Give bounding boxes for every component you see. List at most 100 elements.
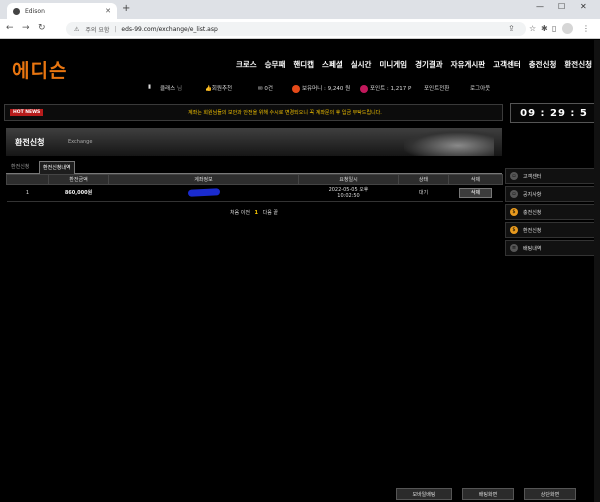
tab-close-icon[interactable]: ✕ xyxy=(105,7,111,15)
exchange-table: 환전금액 계좌정보 요청일시 상태 삭제 1 860,000원 2022-05-… xyxy=(6,174,503,202)
bet-screen-button[interactable]: 배팅화면 xyxy=(462,488,514,500)
delete-button[interactable]: 삭제 xyxy=(458,188,493,198)
user-info-bar: ▮ 클래스 님 👍회원추천 ✉ 0건 보유머니 : 9,240 원 포인트 : … xyxy=(0,81,600,97)
header-decoration xyxy=(404,130,494,156)
logout-link[interactable]: 로그아웃 xyxy=(470,84,490,92)
clock: 09 : 29 : 5 xyxy=(510,103,598,123)
envelope-icon: ✉ xyxy=(258,86,263,92)
nav-support[interactable]: 고객센터 xyxy=(493,59,521,70)
url-input[interactable]: ⚠ 주의 요함 | eds-99.com/exchange/e_list.asp xyxy=(66,22,526,36)
quick-bet-history[interactable]: ≡ 배팅내역 xyxy=(505,240,598,256)
bookmark-star-icon[interactable]: ☆ xyxy=(529,24,536,33)
reload-icon[interactable]: ↻ xyxy=(38,23,46,33)
tab-exchange-history[interactable]: 환전신청내역 xyxy=(39,161,75,174)
new-tab-icon[interactable]: + xyxy=(122,4,130,14)
back-icon[interactable]: ← xyxy=(6,23,14,33)
profile-avatar[interactable] xyxy=(562,23,573,34)
page-title: 환전신청 xyxy=(15,138,45,147)
pagination: 처음 이전 1 다음 끝 xyxy=(6,209,502,216)
top-screen-button[interactable]: 상단화면 xyxy=(524,488,576,500)
notice-icon: ▫ xyxy=(510,190,518,198)
recommend-link[interactable]: 👍회원추천 xyxy=(205,84,232,92)
col-delete: 삭제 xyxy=(448,174,503,185)
browser-tab-title: Edison xyxy=(25,7,45,15)
withdraw-icon: $ xyxy=(510,226,518,234)
nav-minigame[interactable]: 미니게임 xyxy=(379,59,407,70)
quick-withdraw[interactable]: $ 환전신청 xyxy=(505,222,598,238)
security-warning: 주의 요함 xyxy=(85,26,110,34)
col-no xyxy=(6,174,49,185)
quick-deposit[interactable]: $ 충전신청 xyxy=(505,204,598,220)
nav-live[interactable]: 실시간 xyxy=(351,59,372,70)
sidebar-panel-icon[interactable]: ▯ xyxy=(552,24,556,33)
quick-notice[interactable]: ▫ 공지사항 xyxy=(505,186,598,202)
quick-support[interactable]: ▫ 고객센터 xyxy=(505,168,598,184)
table-header-row: 환전금액 계좌정보 요청일시 상태 삭제 xyxy=(6,174,503,185)
thumbs-up-icon: 👍 xyxy=(205,86,212,92)
nav-deposit[interactable]: 충전신청 xyxy=(529,59,557,70)
nav-cross[interactable]: 크로스 xyxy=(236,59,257,70)
list-icon: ≡ xyxy=(510,244,518,252)
page-next[interactable]: 다음 xyxy=(263,210,272,216)
messages-link[interactable]: ✉ 0건 xyxy=(258,84,273,92)
main-nav: 크로스 승무패 핸디캡 스페셜 실시간 미니게임 경기결과 자유게시판 고객센터… xyxy=(236,59,592,70)
redaction-scribble xyxy=(187,187,220,197)
site-area: 에디슨 크로스 승무패 핸디캡 스페셜 실시간 미니게임 경기결과 자유게시판 … xyxy=(0,40,600,502)
level-icon: ▮ xyxy=(148,84,152,90)
row-amount: 860,000원 xyxy=(48,184,109,202)
quick-menu: ▫ 고객센터 ▫ 공지사항 $ 충전신청 $ 환전신청 ≡ 배팅내역 xyxy=(505,168,598,258)
nav-results[interactable]: 경기결과 xyxy=(415,59,443,70)
money-icon xyxy=(292,84,300,93)
col-amount: 환전금액 xyxy=(48,174,109,185)
url-text: eds-99.com/exchange/e_list.asp xyxy=(121,25,218,33)
username: 클래스 님 xyxy=(160,86,182,92)
deposit-icon: $ xyxy=(510,208,518,216)
row-status: 대기 xyxy=(398,184,449,202)
nav-board[interactable]: 자유게시판 xyxy=(451,59,486,70)
point-balance: 포인트 : 1,217 P xyxy=(360,84,411,93)
news-ticker: HOT NEWS 계좌는 회원님들의 보안과 안전을 위해 수시로 변경되오니 … xyxy=(4,104,503,121)
point-icon xyxy=(360,84,368,93)
page-last[interactable]: 끝 xyxy=(273,210,278,216)
share-icon[interactable]: ⇪ xyxy=(508,24,515,33)
row-account xyxy=(108,184,299,202)
tab-exchange-request[interactable]: 환전신청 xyxy=(8,161,32,174)
page-first[interactable]: 처음 xyxy=(230,210,239,216)
exchange-panel: 환전신청 Exchange 환전신청 환전신청내역 환전금액 계좌정보 요청일시… xyxy=(6,128,503,216)
browser-tab-bar: Edison ✕ + — ☐ ✕ xyxy=(0,0,600,19)
row-datetime: 2022-05-05 오후 10:02:50 xyxy=(298,184,399,202)
row-delete-cell: 삭제 xyxy=(448,184,503,202)
page-current[interactable]: 1 xyxy=(255,210,258,216)
news-message: 계좌는 회원님들의 보안과 안전을 위해 수시로 변경되오니 꼭 계좌문의 후 … xyxy=(188,110,382,116)
page-prev[interactable]: 이전 xyxy=(241,210,250,216)
maximize-icon[interactable]: ☐ xyxy=(558,2,565,11)
nav-withdraw[interactable]: 환전신청 xyxy=(564,59,592,70)
site-logo[interactable]: 에디슨 xyxy=(12,56,67,83)
row-no: 1 xyxy=(6,184,49,202)
col-status: 상태 xyxy=(398,174,449,185)
forward-icon[interactable]: → xyxy=(22,23,30,33)
nav-handicap[interactable]: 핸디캡 xyxy=(293,59,314,70)
point-convert-link[interactable]: 포인트전환 xyxy=(424,84,449,92)
panel-tabs: 환전신청 환전신청내역 xyxy=(6,158,502,174)
window-close-icon[interactable]: ✕ xyxy=(580,2,587,11)
money-balance: 보유머니 : 9,240 원 xyxy=(292,84,350,93)
minimize-icon[interactable]: — xyxy=(536,2,544,11)
col-datetime: 요청일시 xyxy=(298,174,399,185)
panel-header: 환전신청 Exchange xyxy=(6,128,502,156)
table-row: 1 860,000원 2022-05-05 오후 10:02:50 대기 삭제 xyxy=(6,184,503,202)
page-subtitle: Exchange xyxy=(68,139,93,145)
address-bar-row: ← → ↻ ⚠ 주의 요함 | eds-99.com/exchange/e_li… xyxy=(0,19,600,39)
browser-menu-icon[interactable]: ⋮ xyxy=(582,24,590,33)
mobile-bet-button[interactable]: 모바일배팅 xyxy=(396,488,452,500)
chat-icon: ▫ xyxy=(510,172,518,180)
nav-special[interactable]: 스페셜 xyxy=(322,59,343,70)
nav-win-lose[interactable]: 승무패 xyxy=(265,59,286,70)
extensions-icon[interactable]: ✱ xyxy=(541,24,548,33)
hot-news-badge: HOT NEWS xyxy=(10,109,44,116)
warning-icon: ⚠ xyxy=(74,25,80,33)
page-scrollbar[interactable] xyxy=(594,40,600,502)
site-favicon-icon xyxy=(13,7,20,15)
col-account: 계좌정보 xyxy=(108,174,299,185)
browser-tab[interactable]: Edison ✕ xyxy=(7,3,117,19)
